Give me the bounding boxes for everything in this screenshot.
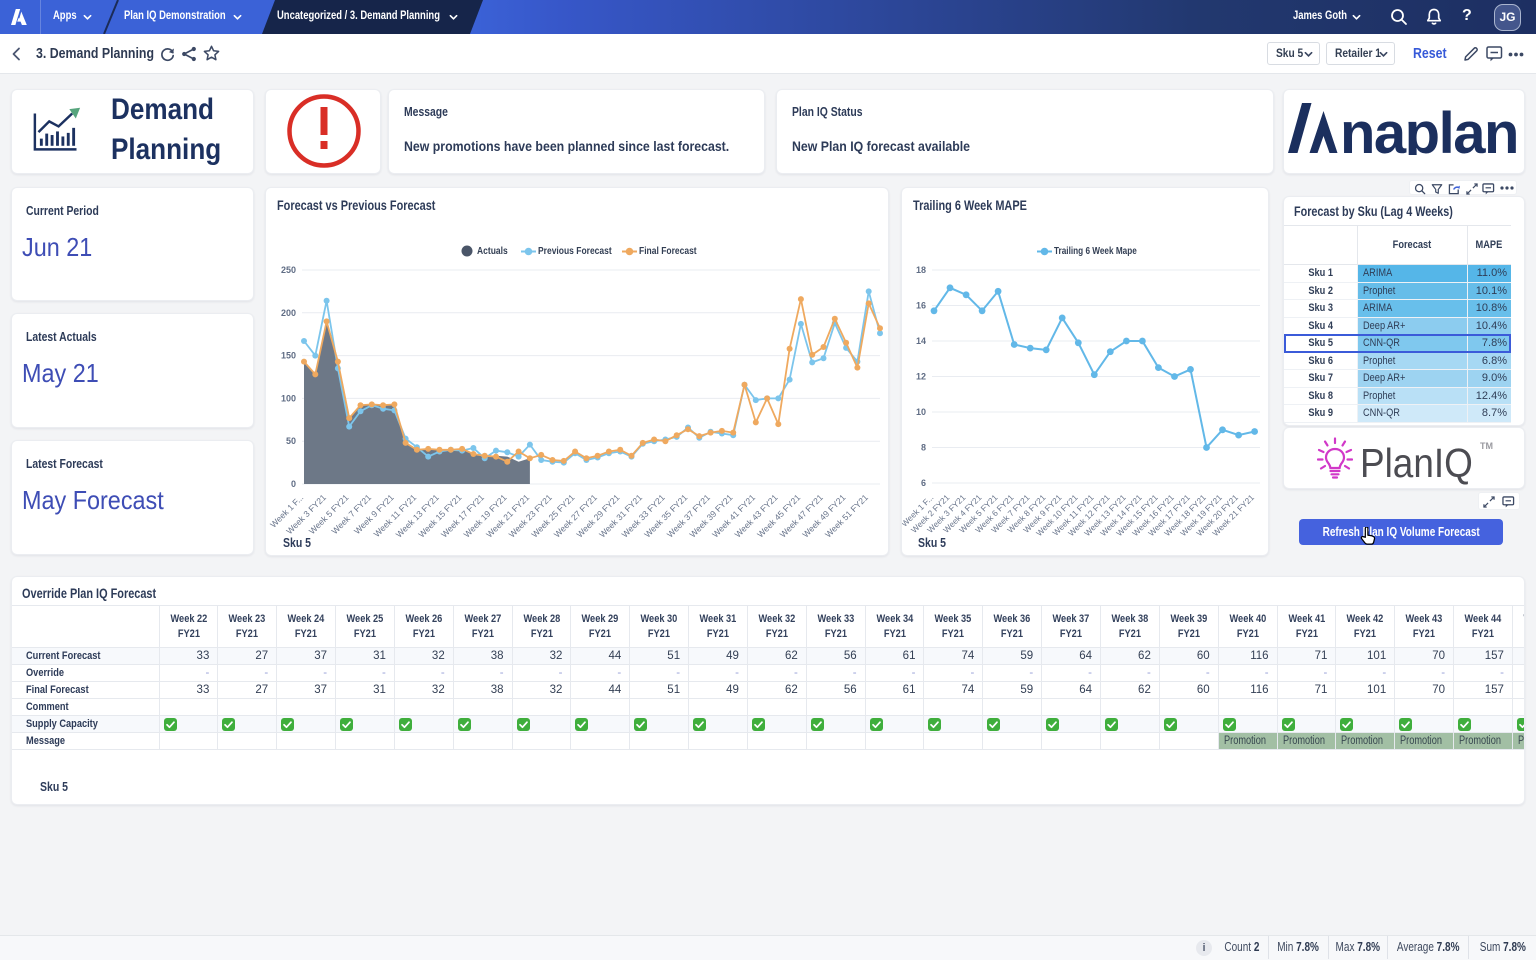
svg-text:14: 14 [916, 336, 926, 346]
svg-text:150: 150 [281, 351, 296, 361]
svg-text:10: 10 [916, 407, 926, 417]
svg-text:16: 16 [916, 301, 926, 311]
svg-text:naplan: naplan [1340, 103, 1518, 155]
svg-text:8: 8 [921, 443, 926, 453]
svg-text:250: 250 [281, 265, 296, 275]
svg-text:6: 6 [921, 478, 926, 488]
svg-text:18: 18 [916, 265, 926, 275]
svg-text:0: 0 [291, 479, 296, 489]
svg-text:12: 12 [916, 372, 926, 382]
svg-text:100: 100 [281, 393, 296, 403]
svg-text:200: 200 [281, 308, 296, 318]
svg-text:50: 50 [286, 436, 296, 446]
